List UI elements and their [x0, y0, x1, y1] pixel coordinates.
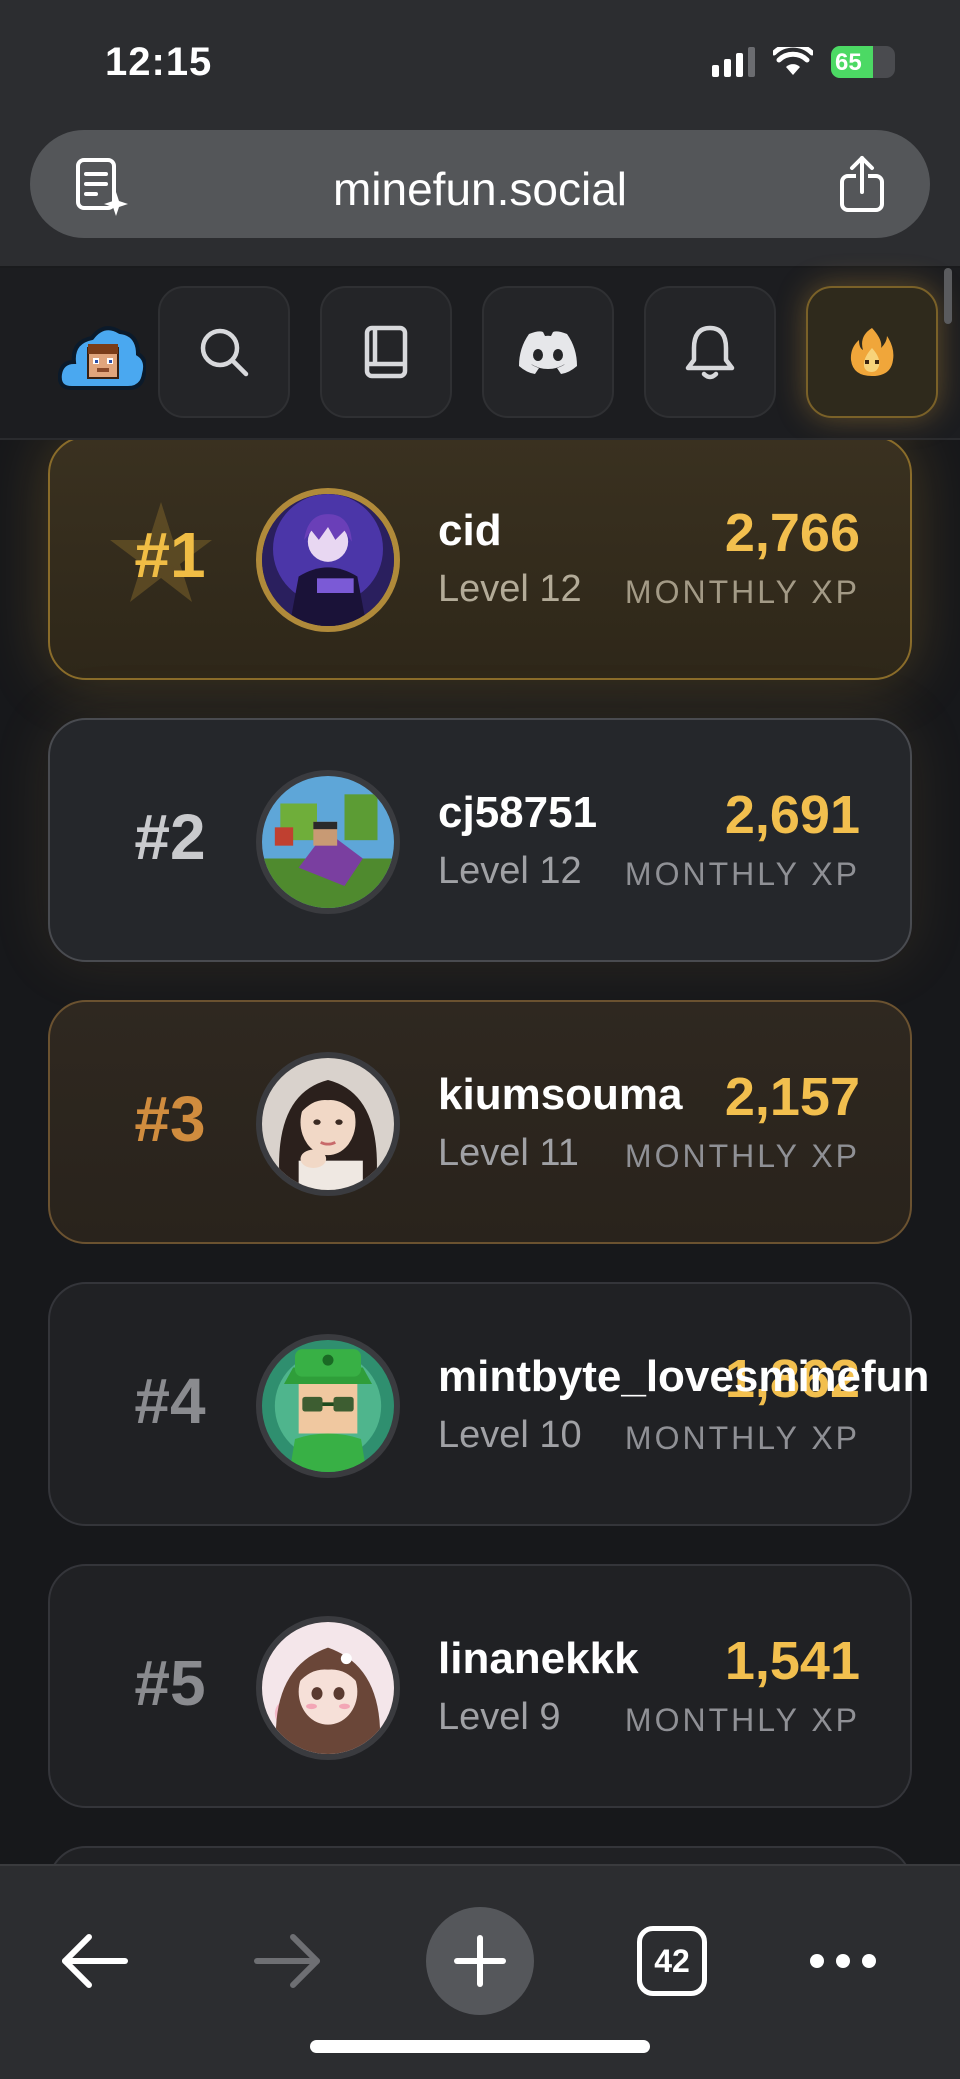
bell-icon [685, 325, 735, 380]
home-indicator [310, 2040, 650, 2053]
leaderboard-entry[interactable] [48, 1846, 912, 1864]
username[interactable]: linanekkk [438, 1634, 639, 1684]
leaderboard-entry[interactable]: #3 kiumsouma Level 11 2,157 MONTHLY XP [48, 1000, 912, 1244]
rank-number: #5 [134, 1647, 206, 1719]
status-icons: 65 [712, 46, 895, 78]
xp-label: MONTHLY XP [624, 574, 860, 610]
user-level: Level 11 [438, 1132, 579, 1174]
xp-value: 2,691 [724, 785, 860, 845]
leaderboard-entry[interactable]: #4 1,862 mintbyte_lovesminefun Level 10 … [48, 1282, 929, 1526]
book-icon [364, 325, 408, 379]
guide-button[interactable] [320, 286, 452, 418]
discord-button[interactable] [482, 286, 614, 418]
avatar[interactable] [256, 488, 400, 632]
rank-number: #1 [134, 519, 206, 591]
user-level: Level 12 [438, 568, 582, 610]
username[interactable]: cj58751 [438, 788, 597, 838]
rank-number: #2 [134, 801, 206, 873]
user-level: Level 10 [438, 1414, 582, 1456]
search-button[interactable] [158, 286, 290, 418]
new-tab-button[interactable] [425, 1906, 535, 2016]
cellular-signal-icon [712, 47, 755, 77]
rank-number: #3 [134, 1083, 206, 1155]
battery-icon: 65 [831, 46, 895, 78]
wifi-icon [773, 47, 813, 75]
username[interactable]: kiumsouma [438, 1070, 683, 1120]
leaderboard-entry[interactable]: #1 cid Level 12 2,766 MONTHLY XP [48, 440, 912, 680]
forward-button[interactable] [232, 1906, 342, 2016]
avatar[interactable] [256, 1334, 400, 1478]
username[interactable]: mintbyte_lovesminefun [438, 1352, 929, 1402]
xp-label: MONTHLY XP [624, 856, 860, 892]
avatar[interactable] [256, 1616, 400, 1760]
search-icon [200, 328, 249, 377]
status-bar: 12:15 65 [0, 0, 960, 120]
back-arrow-icon [62, 1934, 128, 1988]
app-nav [0, 268, 960, 440]
address-bar[interactable]: minefun.social [30, 130, 930, 238]
more-icon [810, 1954, 876, 1968]
tabs-icon: 42 [637, 1926, 707, 1996]
notifications-button[interactable] [644, 286, 776, 418]
fire-icon [850, 328, 894, 376]
more-button[interactable] [788, 1906, 898, 2016]
back-button[interactable] [40, 1906, 150, 2016]
discord-icon [519, 331, 577, 374]
avatar[interactable] [256, 1052, 400, 1196]
avatar[interactable] [256, 770, 400, 914]
tabs-button[interactable]: 42 [617, 1906, 727, 2016]
status-time: 12:15 [105, 40, 213, 84]
browser-address-area: minefun.social [0, 120, 960, 268]
xp-value: 1,541 [724, 1631, 860, 1691]
xp-value: 2,157 [724, 1067, 860, 1127]
url-text: minefun.social [332, 163, 628, 215]
forward-arrow-icon [254, 1934, 320, 1988]
rank-number: #4 [134, 1365, 206, 1437]
user-level: Level 12 [438, 850, 582, 892]
leaderboard-button[interactable] [806, 286, 938, 418]
leaderboard-list: #1 cid Level 12 2,766 MONTHLY XP #2 cj58… [0, 440, 960, 1864]
share-icon[interactable] [832, 154, 892, 214]
leaderboard-entry[interactable]: #2 cj58751 Level 12 2,691 MONTHLY XP [48, 718, 912, 962]
tabs-count: 42 [654, 1942, 690, 1979]
xp-label: MONTHLY XP [624, 1702, 860, 1738]
battery-level: 65 [835, 49, 862, 76]
scrollbar[interactable] [944, 268, 952, 324]
xp-label: MONTHLY XP [624, 1138, 860, 1174]
minefun-logo-icon[interactable] [58, 318, 146, 394]
xp-value: 2,766 [724, 503, 860, 563]
leaderboard-entry[interactable]: #5 linanekkk Level 9 1,541 MONTHLY XP [48, 1564, 912, 1808]
user-level: Level 9 [438, 1696, 561, 1738]
plus-icon [454, 1935, 506, 1987]
username[interactable]: cid [438, 506, 502, 556]
xp-label: MONTHLY XP [624, 1420, 860, 1456]
